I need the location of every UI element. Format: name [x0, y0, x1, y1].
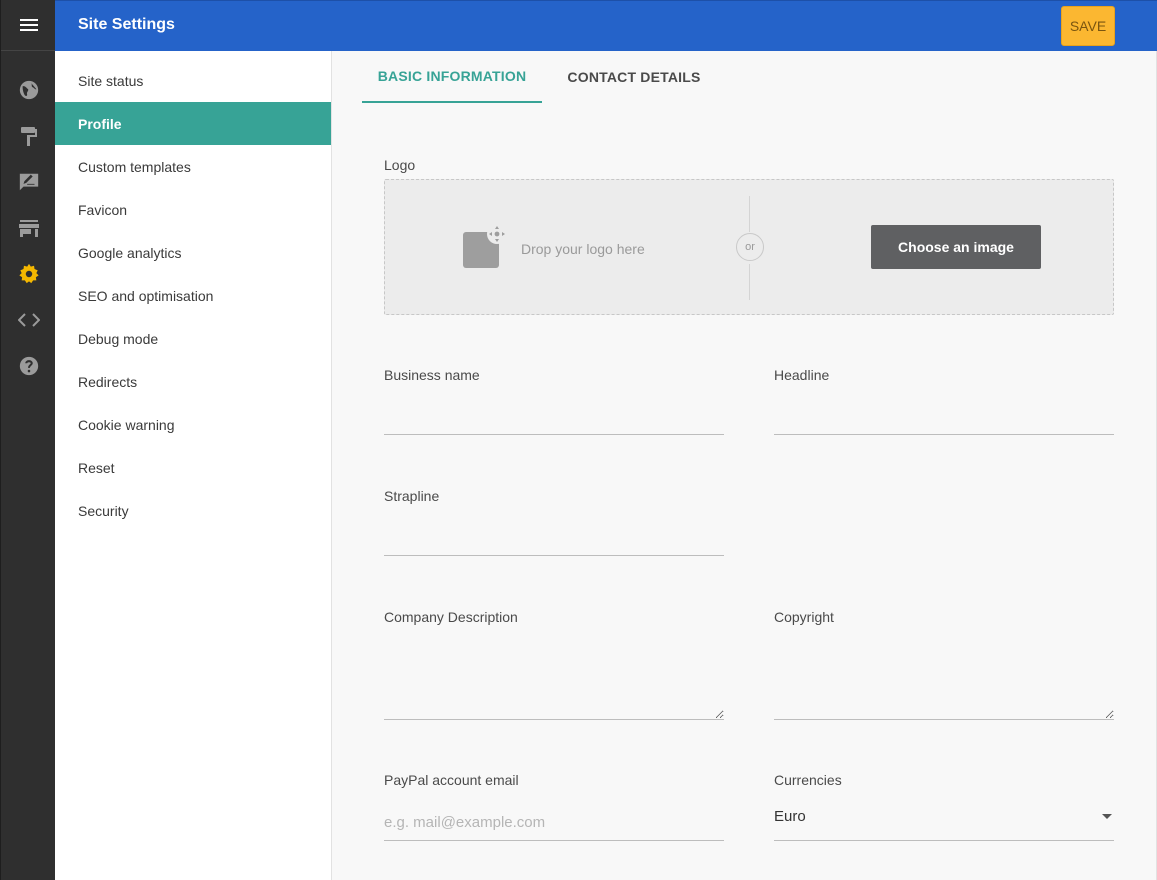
logo-dropzone[interactable]: Drop your logo here or Choose an image: [384, 179, 1114, 315]
tab-contact-details[interactable]: CONTACT DETAILS: [554, 51, 714, 103]
save-button[interactable]: SAVE: [1061, 6, 1115, 46]
menu-item-profile[interactable]: Profile: [55, 102, 331, 145]
page-title: Site Settings: [78, 16, 175, 33]
paypal-email-input[interactable]: [384, 805, 724, 841]
divider: [749, 264, 750, 300]
gear-icon[interactable]: [1, 259, 56, 289]
menu-item-security[interactable]: Security: [55, 489, 331, 532]
currencies-select[interactable]: Euro: [774, 799, 1114, 841]
menu-item-debug-mode[interactable]: Debug mode: [55, 317, 331, 360]
company-description-textarea[interactable]: [384, 648, 724, 720]
menu-item-seo[interactable]: SEO and optimisation: [55, 274, 331, 317]
strapline-label: Strapline: [384, 488, 440, 504]
business-name-input[interactable]: [384, 405, 724, 435]
headline-label: Headline: [774, 367, 830, 383]
app-header: Site Settings SAVE: [55, 0, 1157, 51]
edit-icon[interactable]: [1, 167, 56, 197]
paypal-email-label: PayPal account email: [384, 772, 519, 788]
copyright-label: Copyright: [774, 609, 834, 625]
main-content: BASIC INFORMATION CONTACT DETAILS Logo D…: [332, 51, 1157, 880]
menu-item-redirects[interactable]: Redirects: [55, 360, 331, 403]
choose-image-button[interactable]: Choose an image: [871, 225, 1041, 269]
paint-roller-icon[interactable]: [1, 121, 56, 151]
menu-item-google-analytics[interactable]: Google analytics: [55, 231, 331, 274]
currencies-label: Currencies: [774, 772, 842, 788]
tab-basic-information[interactable]: BASIC INFORMATION: [362, 51, 542, 103]
dropdown-arrow-icon: [1102, 814, 1112, 819]
menu-item-custom-templates[interactable]: Custom templates: [55, 145, 331, 188]
store-icon[interactable]: [1, 213, 56, 243]
settings-menu: Site status Profile Custom templates Fav…: [55, 51, 332, 880]
drop-logo-text: Drop your logo here: [521, 241, 645, 257]
company-description-label: Company Description: [384, 609, 518, 625]
image-upload-icon: [461, 224, 507, 270]
copyright-textarea[interactable]: [774, 648, 1114, 720]
business-name-label: Business name: [384, 367, 480, 383]
currencies-selected-value: Euro: [774, 808, 806, 825]
menu-icon[interactable]: [1, 0, 56, 51]
logo-label: Logo: [384, 157, 416, 173]
menu-item-site-status[interactable]: Site status: [55, 59, 331, 102]
globe-icon[interactable]: [1, 75, 56, 105]
help-icon[interactable]: [1, 351, 56, 381]
code-icon[interactable]: [1, 305, 56, 335]
headline-input[interactable]: [774, 405, 1114, 435]
divider: [749, 196, 750, 232]
or-separator: or: [736, 233, 764, 261]
icon-rail: [0, 0, 56, 880]
menu-item-reset[interactable]: Reset: [55, 446, 331, 489]
menu-item-cookie-warning[interactable]: Cookie warning: [55, 403, 331, 446]
menu-item-favicon[interactable]: Favicon: [55, 188, 331, 231]
strapline-input[interactable]: [384, 526, 724, 556]
